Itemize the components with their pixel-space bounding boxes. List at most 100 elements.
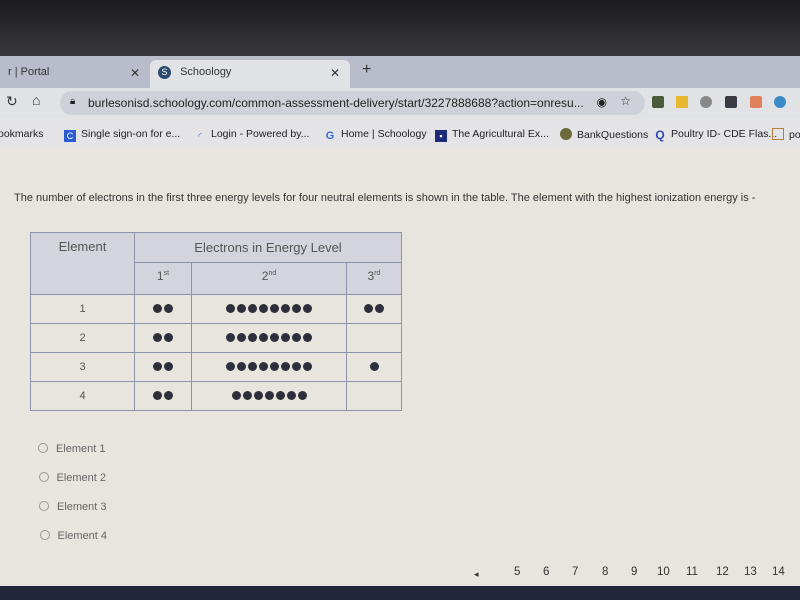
page-link-8[interactable]: 8 <box>602 566 608 578</box>
electron-dot <box>259 304 268 313</box>
wifi-icon: ◜ <box>198 131 202 141</box>
electron-dot <box>164 362 173 371</box>
electron-dot <box>270 333 279 342</box>
drive-icon[interactable] <box>676 96 688 108</box>
level-suffix: rd <box>374 270 381 277</box>
electron-dot <box>248 333 257 342</box>
page-link-6[interactable]: 6 <box>543 566 549 578</box>
table-row: 3 <box>30 352 402 382</box>
element-cell: 2 <box>30 323 135 353</box>
extension-icon[interactable] <box>700 96 712 108</box>
electron-dot <box>164 304 173 313</box>
bookmark-agricultural[interactable]: ▪ The Agricultural Ex... <box>435 128 549 142</box>
electron-dot <box>237 333 246 342</box>
tab-portal[interactable]: r | Portal ✕ <box>0 60 150 88</box>
radio-button[interactable] <box>38 472 49 482</box>
answer-option-3[interactable]: Element 3 <box>39 501 107 513</box>
table-row: 4 <box>30 381 402 411</box>
electron-dot <box>259 333 268 342</box>
electron-dot <box>153 362 162 371</box>
element-cell: 3 <box>30 352 135 382</box>
answer-option-2[interactable]: Element 2 <box>38 472 106 484</box>
page-link-10[interactable]: 10 <box>657 566 670 578</box>
folder-icon <box>772 128 784 140</box>
page-link-11[interactable]: 11 <box>686 566 698 578</box>
radio-button[interactable] <box>39 530 50 540</box>
bookmark-schoology[interactable]: G Home | Schoology <box>324 128 427 142</box>
electron-dot <box>303 362 312 371</box>
electron-dot <box>303 333 312 342</box>
question-text: The number of electrons in the first thr… <box>14 192 756 204</box>
electron-cell <box>134 294 192 324</box>
level-suffix: nd <box>268 270 277 277</box>
close-icon[interactable]: ✕ <box>330 66 340 80</box>
taskbar <box>0 586 800 600</box>
page-link-13[interactable]: 13 <box>744 566 757 578</box>
table-row: 1 <box>30 294 402 324</box>
quizlet-icon: Q <box>655 128 665 142</box>
browser-toolbar: ↻ ⌂ 🔒︎ burlesonisd.schoology.com/common-… <box>0 88 800 118</box>
bookmark-poultry[interactable]: Q Poultry ID- CDE Flas... <box>654 128 777 141</box>
electron-cell <box>346 323 402 353</box>
electron-dot <box>226 362 235 371</box>
page-link-12[interactable]: 12 <box>716 566 729 578</box>
reload-icon[interactable]: ↻ <box>6 93 18 110</box>
electron-dot <box>153 333 162 342</box>
bookmark-label: The Agricultural Ex... <box>452 128 549 140</box>
electron-dot <box>253 391 263 400</box>
electron-dot <box>259 362 268 371</box>
bookmark-folder[interactable]: po <box>772 128 800 141</box>
bookmark-label: po <box>789 129 800 141</box>
electron-cell <box>134 323 192 353</box>
header-electrons: Electrons in Energy Level <box>134 232 402 263</box>
star-icon[interactable]: ☆ <box>620 94 631 108</box>
electron-dot <box>226 333 235 342</box>
address-bar[interactable]: 🔒︎ burlesonisd.schoology.com/common-asse… <box>60 91 645 115</box>
answer-option-4[interactable]: Element 4 <box>39 530 107 542</box>
electron-dot <box>286 391 296 400</box>
electron-dot <box>275 391 285 400</box>
electron-cell <box>346 294 402 324</box>
radio-button[interactable] <box>38 443 48 453</box>
home-icon[interactable]: ⌂ <box>32 92 40 108</box>
extension-icon[interactable] <box>725 96 737 108</box>
electron-cell <box>191 352 347 382</box>
page-link-9[interactable]: 9 <box>631 566 637 578</box>
tab-title: Schoology <box>180 66 232 78</box>
prev-page-icon[interactable]: ◂ <box>474 569 479 580</box>
tab-strip: r | Portal ✕ S Schoology ✕ + <box>0 56 800 88</box>
electron-dot <box>248 304 257 313</box>
bookmark-label: BankQuestions <box>577 129 649 141</box>
tab-schoology[interactable]: S Schoology ✕ <box>150 60 350 88</box>
new-tab-button[interactable]: + <box>362 61 371 79</box>
level-suffix: st <box>163 270 170 277</box>
ag-icon: ▪ <box>435 130 447 142</box>
profile-avatar[interactable] <box>774 96 786 108</box>
close-icon[interactable]: ✕ <box>130 66 140 80</box>
bookmark-sso[interactable]: C Single sign-on for e... <box>64 128 180 142</box>
location-icon[interactable]: ◉ <box>597 95 607 109</box>
page-link-5[interactable]: 5 <box>514 566 520 578</box>
electron-dot <box>369 362 379 371</box>
electron-dot <box>164 333 173 342</box>
electron-dot <box>226 304 235 313</box>
electron-dot <box>364 304 373 313</box>
electron-dot <box>264 391 274 400</box>
bookmark-bankquestions[interactable]: BankQuestions <box>560 128 648 141</box>
extension-icon[interactable] <box>750 96 762 108</box>
extension-icon[interactable] <box>652 96 664 108</box>
radio-button[interactable] <box>39 501 49 511</box>
electron-dot <box>297 391 307 400</box>
bookmark-label: Single sign-on for e... <box>81 128 181 140</box>
bookmarks-bar: ookmarks C Single sign-on for e... ◜ Login… <box>0 118 800 148</box>
electron-dot <box>292 362 301 371</box>
screen-bezel <box>0 0 800 58</box>
element-cell: 1 <box>30 294 135 324</box>
answer-option-1[interactable]: Element 1 <box>38 443 106 455</box>
bookmark-label: Poultry ID- CDE Flas... <box>671 128 778 140</box>
page-link-7[interactable]: 7 <box>572 566 578 578</box>
header-level-2: 2nd <box>191 262 347 295</box>
page-link-14[interactable]: 14 <box>772 566 785 578</box>
electron-dot <box>270 304 279 313</box>
bookmark-login[interactable]: ◜ Login - Powered by... <box>194 128 309 142</box>
